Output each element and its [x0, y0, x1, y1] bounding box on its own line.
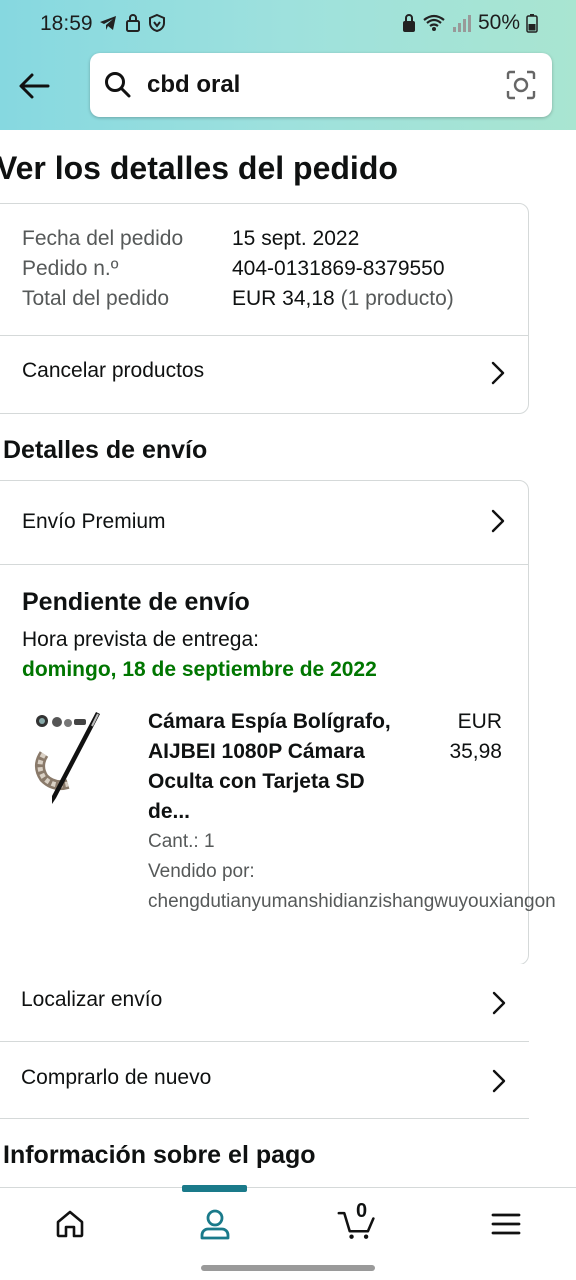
product-quantity: Cant.: 1	[148, 831, 215, 852]
gesture-handle[interactable]	[201, 1265, 375, 1271]
order-total-label: Total del pedido	[22, 287, 170, 310]
security-lock-icon	[402, 14, 415, 32]
vpn-shield-icon	[149, 13, 165, 33]
order-total-amount: EUR 34,18	[232, 287, 335, 310]
nav-home[interactable]	[50, 1204, 90, 1244]
battery-percentage: 50%	[477, 11, 520, 34]
active-tab-indicator	[182, 1185, 247, 1192]
status-notification-icons	[98, 13, 166, 33]
top-header: 18:59 50% cbd oral	[0, 0, 576, 130]
search-icon	[105, 72, 131, 98]
chevron-right-icon	[491, 361, 505, 385]
nav-menu[interactable]	[486, 1204, 526, 1244]
divider	[0, 564, 528, 565]
product-price: EUR 35,98	[430, 707, 502, 767]
product-price-amount: 35,98	[449, 740, 502, 763]
shipping-details-heading: Detalles de envío	[3, 436, 208, 464]
delivery-estimate-label: Hora prevista de entrega:	[22, 628, 259, 651]
order-number-value: 404-0131869-8379550	[232, 257, 445, 280]
chevron-right-icon	[492, 991, 506, 1015]
product-price-currency: EUR	[457, 710, 502, 733]
payment-info-heading: Información sobre el pago	[3, 1141, 316, 1169]
order-date-value: 15 sept. 2022	[232, 227, 360, 250]
arrow-left-icon	[19, 73, 50, 99]
home-icon	[56, 1210, 84, 1238]
search-bar[interactable]: cbd oral	[90, 53, 552, 117]
back-button[interactable]	[14, 66, 54, 106]
nav-account[interactable]	[195, 1204, 235, 1244]
order-number-label: Pedido n.º	[22, 257, 119, 280]
lock-icon	[126, 14, 140, 32]
search-input[interactable]: cbd oral	[147, 71, 240, 99]
shipment-status: Pendiente de envío	[22, 588, 250, 616]
delivery-estimate-date: domingo, 18 de septiembre de 2022	[22, 658, 377, 681]
battery-icon	[526, 14, 538, 33]
status-time: 18:59	[40, 12, 93, 35]
buy-again-label: Comprarlo de nuevo	[21, 1066, 212, 1089]
order-item-count: (1 producto)	[340, 287, 454, 310]
wifi-icon	[423, 14, 445, 31]
order-total-value: EUR 34,18 (1 producto)	[232, 287, 454, 311]
status-bar: 18:59 50%	[0, 0, 576, 48]
seller-name[interactable]: chengdutianyumanshidianzishangwuyouxiang…	[148, 891, 556, 913]
person-icon	[200, 1209, 230, 1240]
order-date-label: Fecha del pedido	[22, 227, 184, 250]
status-system-icons: 50%	[402, 11, 538, 35]
shipping-method-row[interactable]: Envío Premium	[0, 481, 528, 564]
cancel-products-label: Cancelar productos	[22, 359, 205, 382]
track-shipment-row[interactable]: Localizar envío	[0, 964, 529, 1041]
telegram-icon	[100, 16, 116, 30]
cancel-products-row[interactable]: Cancelar productos	[0, 336, 528, 412]
product-image[interactable]	[30, 706, 110, 806]
spy-pen-camera-image	[35, 712, 100, 804]
signal-icon	[452, 15, 471, 32]
divider	[0, 1118, 529, 1119]
buy-again-row[interactable]: Comprarlo de nuevo	[0, 1042, 529, 1119]
page-title: Ver los detalles del pedido	[0, 150, 398, 186]
camera-scan-icon[interactable]	[506, 70, 536, 100]
track-shipment-label: Localizar envío	[21, 988, 163, 1011]
product-title-link[interactable]: Cámara Espía Bolígrafo, AIJBEI 1080P Cám…	[148, 707, 398, 827]
chevron-right-icon	[491, 509, 505, 533]
sold-by-label: Vendido por:	[148, 861, 255, 882]
shipping-method-label: Envío Premium	[22, 510, 166, 533]
cart-count-badge: 0	[356, 1200, 368, 1222]
chevron-right-icon	[492, 1069, 506, 1093]
menu-icon	[491, 1213, 521, 1235]
